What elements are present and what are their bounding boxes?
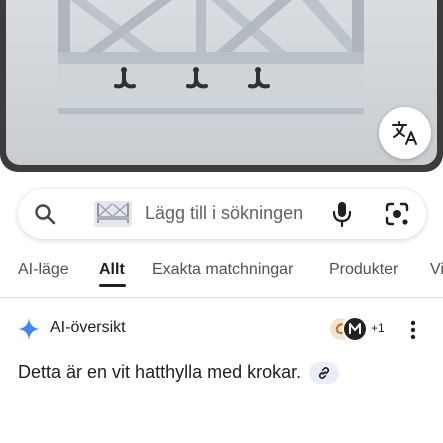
ai-overview-text: Detta är en vit hatthylla med krokar. (18, 362, 340, 385)
search-icon[interactable] (33, 202, 57, 226)
active-tab-indicator (99, 284, 126, 287)
translate-button[interactable] (379, 107, 431, 159)
ai-overview-title: AI-översikt (50, 319, 126, 336)
product-photo[interactable] (6, 0, 437, 165)
search-tabs: AI-läge Allt Exakta matchningar Produkte… (0, 254, 443, 298)
link-icon (318, 367, 330, 380)
coat-rack-illustration (58, 0, 364, 114)
source-count: +1 (371, 321, 385, 335)
query-image-thumbnail[interactable] (94, 201, 132, 227)
mic-icon[interactable] (331, 200, 353, 228)
tab-exact-matches[interactable]: Exakta matchningar (152, 261, 293, 279)
tab-more-partial[interactable]: Vi (430, 261, 443, 279)
source-link-chip[interactable] (309, 362, 340, 385)
source-logo-icon (349, 323, 361, 334)
search-bar[interactable]: Lägg till i sökningen (18, 189, 426, 239)
more-vert-icon[interactable] (410, 320, 416, 340)
tab-ai-mode[interactable]: AI-läge (18, 261, 69, 279)
ai-overview-sentence: Detta är en vit hatthylla med krokar. (18, 362, 302, 382)
search-placeholder[interactable]: Lägg till i sökningen (145, 203, 303, 224)
thumbnail-image (94, 201, 132, 227)
image-preview-frame (0, 0, 443, 172)
tab-products[interactable]: Produkter (329, 261, 398, 279)
ai-overview-header: AI-översikt +1 (18, 316, 428, 344)
tab-all[interactable]: Allt (99, 261, 125, 279)
translate-icon (392, 121, 417, 145)
source-avatar-2 (342, 316, 368, 342)
lens-icon[interactable] (384, 201, 410, 227)
gemini-spark-icon (18, 318, 40, 340)
